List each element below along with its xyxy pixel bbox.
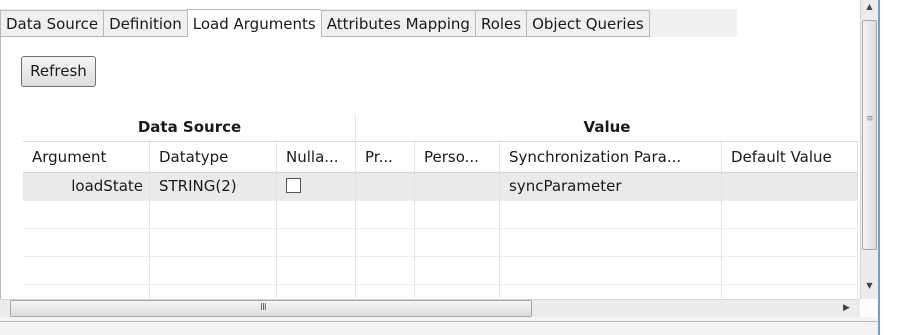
cell-sync-param[interactable]: syncParameter bbox=[500, 173, 722, 200]
group-header-data-source: Data Source bbox=[137, 118, 242, 136]
cell-default-value[interactable] bbox=[722, 173, 858, 200]
column-header-pr[interactable]: Pr... bbox=[356, 142, 415, 172]
column-header-datatype[interactable]: Datatype bbox=[150, 142, 277, 172]
empty-row bbox=[23, 257, 858, 285]
empty-row bbox=[23, 201, 858, 229]
cell-pr[interactable] bbox=[356, 173, 415, 200]
cell-argument[interactable]: loadState bbox=[23, 173, 150, 200]
vertical-scrollbar-thumb[interactable] bbox=[862, 20, 877, 250]
right-margin bbox=[880, 0, 903, 335]
tab-data-source[interactable]: Data Source bbox=[0, 10, 104, 37]
tab-attributes-mapping[interactable]: Attributes Mapping bbox=[320, 10, 475, 37]
refresh-button[interactable]: Refresh bbox=[21, 56, 96, 87]
column-header-row: Argument Datatype Nulla... Pr... Perso..… bbox=[23, 141, 858, 173]
tab-roles[interactable]: Roles bbox=[474, 10, 527, 37]
vertical-grip-icon: ≡ bbox=[866, 114, 874, 124]
column-header-default-value[interactable]: Default Value bbox=[722, 142, 858, 172]
column-header-perso[interactable]: Perso... bbox=[415, 142, 500, 172]
column-header-argument[interactable]: Argument bbox=[23, 142, 150, 172]
scroll-up-arrow-icon[interactable]: ▲ bbox=[863, 2, 876, 11]
bottom-border bbox=[0, 321, 880, 322]
tab-definition[interactable]: Definition bbox=[103, 10, 187, 37]
cell-datatype[interactable]: STRING(2) bbox=[150, 173, 277, 200]
tab-object-queries[interactable]: Object Queries bbox=[526, 10, 650, 37]
scroll-right-arrow-icon[interactable]: ▶ bbox=[843, 303, 850, 313]
cell-nullable[interactable] bbox=[277, 173, 356, 200]
cell-perso[interactable] bbox=[415, 173, 500, 200]
empty-row bbox=[23, 229, 858, 257]
horizontal-grip-icon: III bbox=[260, 302, 267, 313]
horizontal-scrollbar-thumb[interactable] bbox=[10, 300, 532, 317]
tab-strip: Data Source Definition Load Arguments At… bbox=[0, 9, 737, 38]
bottom-area bbox=[0, 317, 878, 335]
arguments-table: Data Source Value Argument Datatype Null… bbox=[23, 114, 858, 298]
nullable-checkbox[interactable] bbox=[286, 177, 301, 193]
column-header-nullable[interactable]: Nulla... bbox=[277, 142, 356, 172]
scroll-down-arrow-icon[interactable]: ▼ bbox=[863, 281, 876, 290]
group-header-value: Value bbox=[583, 118, 631, 136]
empty-row bbox=[23, 285, 858, 298]
tab-load-arguments[interactable]: Load Arguments bbox=[186, 9, 321, 38]
column-header-sync-param[interactable]: Synchronization Para... bbox=[500, 142, 722, 172]
table-row[interactable]: loadState STRING(2) syncParameter bbox=[23, 173, 858, 201]
